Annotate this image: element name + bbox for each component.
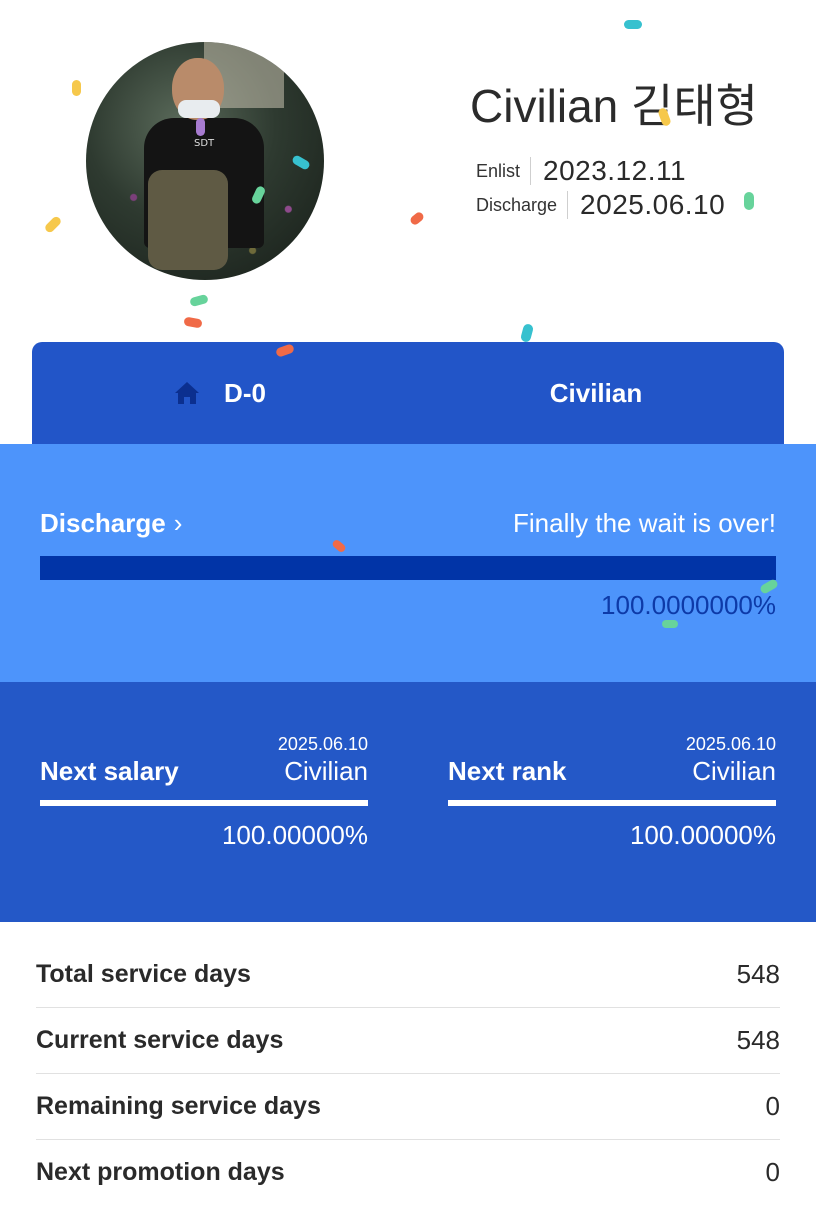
next-rank-progress-bar [448,800,776,806]
next-salary-progress-fill [40,800,368,806]
discharge-title: Discharge [40,508,166,538]
next-salary-progress-bar [40,800,368,806]
next-section: 2025.06.10 Next salary Civilian 100.0000… [0,682,816,922]
status-label: Civilian [549,377,643,408]
chevron-right-icon: › [173,508,183,538]
home-icon [175,382,200,404]
enlist-label: Enlist [476,160,521,181]
discharge-percent: 100.0000000% [601,590,776,620]
next-rank-card[interactable]: 2025.06.10 Next rank Civilian 100.00000% [448,734,776,904]
stat-label: Next promotion days [36,1158,285,1186]
stat-row-total: Total service days 548 [36,942,780,1008]
enlist-row: Enlist 2023.12.11 [476,154,725,188]
confetti [624,20,642,29]
stat-row-current: Current service days 548 [36,1008,780,1074]
confetti [196,118,205,136]
divider [567,191,569,219]
confetti [72,80,81,96]
next-salary-percent: 100.00000% [221,820,368,850]
stats-list: Total service days 548 Current service d… [36,942,780,1205]
discharge-link[interactable]: Discharge › [40,508,182,539]
avatar[interactable]: SDT [86,42,324,280]
next-salary-date: 2025.06.10 [277,734,368,754]
next-salary-title: Next salary [40,756,179,786]
next-salary-value: Civilian [284,756,368,786]
stat-value: 548 [736,1025,780,1055]
next-rank-title: Next rank [448,756,567,786]
stat-row-next-promotion: Next promotion days 0 [36,1140,780,1205]
stat-row-remaining: Remaining service days 0 [36,1074,780,1140]
tab-status[interactable]: Civilian [408,342,784,444]
next-rank-progress-fill [448,800,776,806]
next-rank-percent: 100.00000% [629,820,776,850]
next-rank-value: Civilian [692,756,776,786]
discharge-label: Discharge [476,194,558,215]
service-dates: Enlist 2023.12.11 Discharge 2025.06.10 [476,154,725,222]
tab-bar: D-0 Civilian [32,342,784,444]
avatar-shirt-text: SDT [194,138,215,149]
avatar-jacket [148,170,228,270]
stat-label: Remaining service days [36,1092,321,1120]
stat-label: Current service days [36,1026,284,1054]
next-rank-date: 2025.06.10 [685,734,776,754]
next-salary-card[interactable]: 2025.06.10 Next salary Civilian 100.0000… [40,734,368,904]
discharge-row: Discharge 2025.06.10 [476,188,725,222]
enlist-date: 2023.12.11 [543,155,687,186]
discharge-progress-fill [40,556,776,580]
discharge-progress-bar [40,556,776,580]
discharge-message: Finally the wait is over! [513,508,776,538]
stat-value: 548 [736,959,780,989]
confetti [662,620,678,628]
dday-label: D-0 [224,377,266,408]
tab-dday[interactable]: D-0 [32,342,408,444]
divider [530,157,532,185]
discharge-date: 2025.06.10 [580,189,726,220]
user-name: Civilian 김태형 [470,80,759,132]
discharge-section: Discharge › Finally the wait is over! 10… [0,444,816,682]
confetti [744,192,754,210]
stat-value: 0 [765,1157,780,1187]
stat-value: 0 [765,1091,780,1121]
profile-header: SDT Civilian 김태형 Enlist 2023.12.11 Disch… [0,0,816,340]
stat-label: Total service days [36,960,251,988]
avatar-mask [178,100,220,118]
